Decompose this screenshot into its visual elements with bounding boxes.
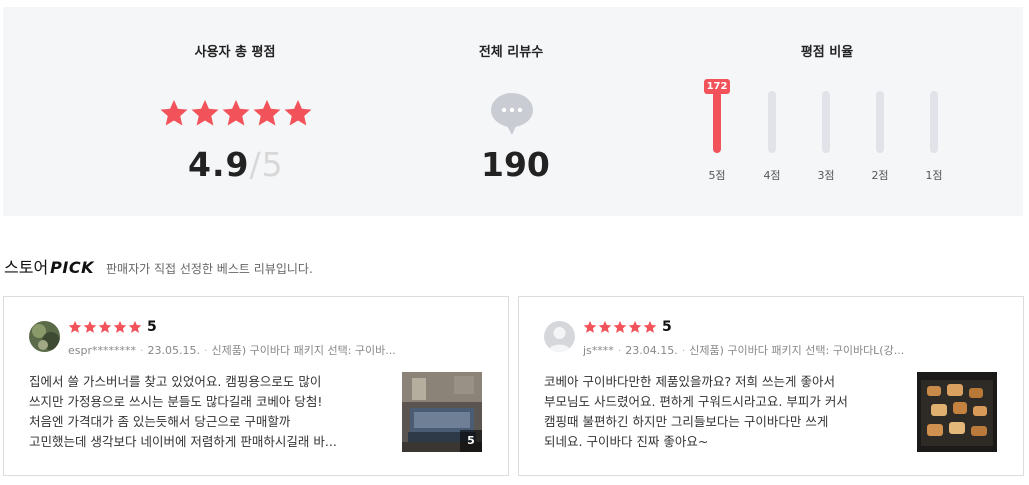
review-date: 23.05.15. <box>147 344 200 357</box>
star-icon <box>598 320 612 333</box>
photo-count-badge: 5 <box>460 430 482 452</box>
ratio-bar-track <box>768 91 776 153</box>
ratio-bar-track <box>930 91 938 153</box>
ratio-bar-5: 172 5점 <box>702 79 732 189</box>
star-icon <box>128 320 142 333</box>
ratio-bar-label: 3점 <box>817 169 835 182</box>
review-body[interactable]: 집에서 쓸 가스버너를 찾고 있었어요. 캠핑용으로도 많이 쓰지만 가정용으로… <box>29 372 379 452</box>
score-max: 5 <box>261 145 284 184</box>
star-icon <box>160 99 188 126</box>
review-line: 쓰지만 가정용으로 쓰시는 분들도 많다길래 코베아 당첨! <box>29 394 323 409</box>
review-photo[interactable] <box>917 372 997 452</box>
ratio-bar-track <box>876 91 884 153</box>
speech-bubble-icon <box>491 93 533 135</box>
review-line: 코베아 구이바다만한 제품있을까요? 저희 쓰는게 좋아서 <box>544 374 836 389</box>
star-icon <box>613 320 627 333</box>
review-line: 집에서 쓸 가스버너를 찾고 있었어요. 캠핑용으로도 많이 <box>29 374 322 389</box>
ratio-bar-2: 2점 <box>865 79 895 189</box>
review-user: espr******** <box>68 344 137 357</box>
review-line: 되네요. 구이바다 진짜 좋아요~ <box>544 434 709 449</box>
ratio-bar-4: 4점 <box>757 79 787 189</box>
star-icon <box>222 99 250 126</box>
review-option: 신제품) 구이바다 패키지 선택: 구이바... <box>211 344 396 357</box>
rating-summary: 사용자 총 평점 4.9/5 전체 리뷰수 190 평점 비율 172 5점 4… <box>3 7 1023 216</box>
star-icon <box>628 320 642 333</box>
review-line: 처음엔 가격대가 좀 있는듯해서 당근으로 구매할까 <box>29 414 291 429</box>
star-icon <box>191 99 219 126</box>
score-separator: / <box>249 145 262 184</box>
ratio-bar-3: 3점 <box>811 79 841 189</box>
total-reviews-title: 전체 리뷰수 <box>478 45 544 60</box>
ratio-bar-label: 5점 <box>708 169 726 182</box>
rating-ratio-title: 평점 비율 <box>800 45 854 60</box>
review-line: 고민했는데 생각보다 네이버에 저렴하게 판매하시길래 바... <box>29 434 337 449</box>
review-option: 신제품) 구이바다 패키지 선택: 구이바다L(강... <box>689 344 905 357</box>
star-icon <box>113 320 127 333</box>
star-icon <box>98 320 112 333</box>
review-meta: espr******** · 23.05.15. · 신제품) 구이바다 패키지 선택:… <box>68 344 396 357</box>
ratio-bar-label: 1점 <box>925 169 943 182</box>
total-reviews-count: 190 <box>481 145 550 184</box>
star-icon <box>284 99 312 126</box>
review-line: 캠핑때 불편하긴 하지만 그리들보다는 구이바다만 쓰게 <box>544 414 829 429</box>
review-date: 23.04.15. <box>625 344 678 357</box>
store-pick-description: 판매자가 직접 선정한 베스트 리뷰입니다. <box>106 262 313 276</box>
store-pick-title-pick: PICK <box>50 258 94 277</box>
ratio-count-badge: 172 <box>704 79 730 94</box>
review-stars <box>583 320 657 334</box>
user-score-stars <box>159 98 313 128</box>
star-icon <box>83 320 97 333</box>
star-icon <box>583 320 597 333</box>
review-card[interactable]: 5 js**** · 23.04.15. · 신제품) 구이바다 패키지 선택: 구이바… <box>518 296 1024 476</box>
store-pick-header: 스토어 PICK 판매자가 직접 선정한 베스트 리뷰입니다. <box>4 254 313 278</box>
ratio-bar-fill <box>713 91 721 153</box>
user-score: 4.9/5 <box>188 145 284 184</box>
review-card[interactable]: 5 espr******** · 23.05.15. · 신제품) 구이바다 패키지 선… <box>3 296 509 476</box>
review-user: js**** <box>583 344 614 357</box>
review-rating: 5 <box>662 319 672 335</box>
ratio-bar-1: 1점 <box>919 79 949 189</box>
review-stars <box>68 320 142 334</box>
score-value: 4.9 <box>188 145 250 184</box>
ratio-bar-label: 4점 <box>763 169 781 182</box>
star-icon <box>68 320 82 333</box>
ratio-bar-track <box>822 91 830 153</box>
review-photo[interactable]: 5 <box>402 372 482 452</box>
user-score-title: 사용자 총 평점 <box>194 45 276 60</box>
star-icon <box>253 99 281 126</box>
star-icon <box>643 320 657 333</box>
store-pick-title-store: 스토어 <box>4 258 49 277</box>
review-rating: 5 <box>147 319 157 335</box>
review-meta: js**** · 23.04.15. · 신제품) 구이바다 패키지 선택: 구이바다L… <box>583 344 905 357</box>
ratio-bar-track <box>713 91 721 153</box>
ratio-bar-label: 2점 <box>871 169 889 182</box>
review-body[interactable]: 코베아 구이바다만한 제품있을까요? 저희 쓰는게 좋아서 부모님도 사드렸어요… <box>544 372 894 452</box>
avatar <box>544 321 575 352</box>
avatar <box>29 321 60 352</box>
review-line: 부모님도 사드렸어요. 편하게 구워드시라고요. 부피가 커서 <box>544 394 848 409</box>
